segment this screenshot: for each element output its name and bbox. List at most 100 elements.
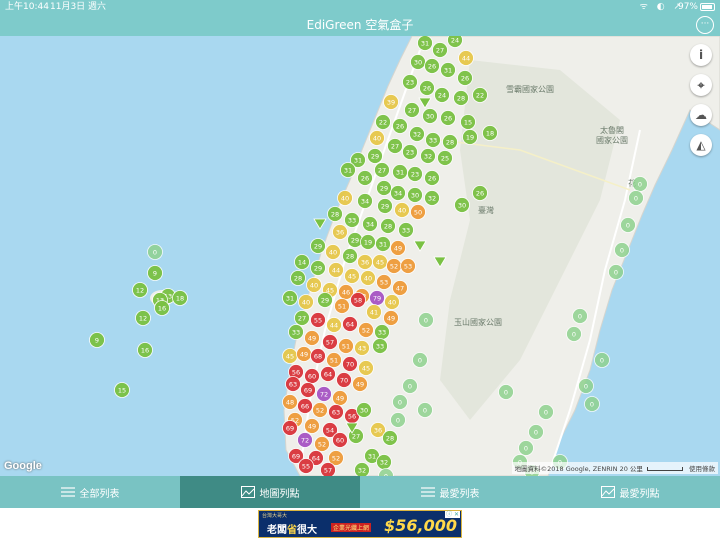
air-quality-marker[interactable]: 26	[357, 170, 373, 186]
air-quality-marker[interactable]: 49	[304, 330, 320, 346]
air-quality-marker[interactable]: 27	[387, 138, 403, 154]
air-quality-marker[interactable]: 23	[407, 166, 423, 182]
air-quality-marker[interactable]: 16	[137, 342, 153, 358]
air-quality-marker[interactable]: 26	[472, 185, 488, 201]
air-quality-marker[interactable]: 33	[425, 132, 441, 148]
air-quality-marker[interactable]: 0	[147, 244, 163, 260]
station-triangle-marker[interactable]	[313, 218, 327, 230]
air-quality-marker[interactable]: 58	[350, 292, 366, 308]
air-quality-marker[interactable]: 26	[392, 118, 408, 134]
air-quality-marker[interactable]: 0	[620, 217, 636, 233]
air-quality-marker[interactable]: 28	[290, 270, 306, 286]
air-quality-marker[interactable]: 0	[632, 176, 648, 192]
air-quality-marker[interactable]: 53	[376, 274, 392, 290]
air-quality-marker[interactable]: 55	[310, 312, 326, 328]
air-quality-marker[interactable]: 49	[352, 376, 368, 392]
air-quality-marker[interactable]: 0	[614, 242, 630, 258]
tab-all-list[interactable]: 全部列表	[0, 476, 180, 508]
air-quality-marker[interactable]: 29	[347, 232, 363, 248]
air-quality-marker[interactable]: 28	[342, 248, 358, 264]
air-quality-marker[interactable]: 27	[294, 310, 310, 326]
air-quality-marker[interactable]: 29	[310, 260, 326, 276]
air-quality-marker[interactable]: 28	[382, 430, 398, 446]
air-quality-marker[interactable]: 34	[362, 216, 378, 232]
air-quality-marker[interactable]: 28	[327, 206, 343, 222]
air-quality-marker[interactable]: 24	[447, 36, 463, 48]
air-quality-marker[interactable]: 49	[390, 240, 406, 256]
air-quality-marker[interactable]: 15	[460, 114, 476, 130]
air-quality-marker[interactable]: 0	[392, 394, 408, 410]
air-quality-marker[interactable]: 45	[358, 360, 374, 376]
air-quality-marker[interactable]: 30	[454, 197, 470, 213]
air-quality-marker[interactable]: 51	[338, 338, 354, 354]
terms-link[interactable]: 使用條款	[689, 465, 715, 473]
air-quality-marker[interactable]: 34	[357, 193, 373, 209]
air-quality-marker[interactable]: 0	[538, 404, 554, 420]
air-quality-marker[interactable]: 0	[418, 312, 434, 328]
air-quality-marker[interactable]: 70	[342, 356, 358, 372]
air-quality-marker[interactable]: 36	[357, 254, 373, 270]
air-quality-marker[interactable]: 0	[528, 424, 544, 440]
layers-button[interactable]: ◭	[690, 134, 712, 156]
air-quality-marker[interactable]: 40	[384, 294, 400, 310]
air-quality-marker[interactable]: 18	[482, 125, 498, 141]
air-quality-marker[interactable]: 31	[392, 164, 408, 180]
air-quality-marker[interactable]: 44	[326, 317, 342, 333]
air-quality-marker[interactable]: 27	[374, 162, 390, 178]
air-quality-marker[interactable]: 44	[458, 50, 474, 66]
air-quality-marker[interactable]: 45	[344, 268, 360, 284]
air-quality-marker[interactable]: 0	[594, 352, 610, 368]
air-quality-marker[interactable]: 31	[440, 62, 456, 78]
air-quality-marker[interactable]: 26	[424, 170, 440, 186]
air-quality-marker[interactable]: 64	[342, 316, 358, 332]
air-quality-marker[interactable]: 0	[498, 384, 514, 400]
air-quality-marker[interactable]: 47	[392, 280, 408, 296]
air-quality-marker[interactable]: 16	[154, 300, 170, 316]
air-quality-marker[interactable]: 57	[320, 462, 336, 477]
air-quality-marker[interactable]: 69	[282, 420, 298, 436]
air-quality-marker[interactable]: 39	[383, 94, 399, 110]
air-quality-marker[interactable]: 40	[369, 130, 385, 146]
ad-close-icon[interactable]: ⓘ ✕	[445, 511, 460, 518]
map-view[interactable]: 雪霸國家公園 太魯閣 國家公園 臺灣 玉山國家公園花 31 27 24 44 30 26 31 26 2…	[0, 36, 720, 476]
air-quality-marker[interactable]: 22	[375, 114, 391, 130]
air-quality-marker[interactable]: 18	[172, 290, 188, 306]
air-quality-marker[interactable]: 40	[360, 270, 376, 286]
air-quality-marker[interactable]: 32	[420, 148, 436, 164]
air-quality-marker[interactable]: 30	[356, 402, 372, 418]
air-quality-marker[interactable]: 24	[434, 87, 450, 103]
air-quality-marker[interactable]: 9	[89, 332, 105, 348]
air-quality-marker[interactable]: 60	[304, 368, 320, 384]
air-quality-marker[interactable]: 69	[300, 382, 316, 398]
air-quality-marker[interactable]: 33	[372, 338, 388, 354]
air-quality-marker[interactable]: 29	[376, 180, 392, 196]
air-quality-marker[interactable]: 33	[288, 324, 304, 340]
air-quality-marker[interactable]: 52	[314, 436, 330, 452]
air-quality-marker[interactable]: 57	[322, 334, 338, 350]
air-quality-marker[interactable]: 30	[410, 54, 426, 70]
air-quality-marker[interactable]: 29	[317, 292, 333, 308]
air-quality-marker[interactable]: 34	[390, 185, 406, 201]
air-quality-marker[interactable]: 51	[326, 352, 342, 368]
air-quality-marker[interactable]: 43	[354, 340, 370, 356]
air-quality-marker[interactable]: 68	[310, 348, 326, 364]
info-button[interactable]: i	[690, 44, 712, 66]
air-quality-marker[interactable]: 31	[375, 236, 391, 252]
air-quality-marker[interactable]: 49	[296, 346, 312, 362]
air-quality-marker[interactable]: 27	[404, 102, 420, 118]
tab-favorite-list[interactable]: 最愛列表	[360, 476, 540, 508]
air-quality-marker[interactable]: 15	[114, 382, 130, 398]
location-button[interactable]: ⌖	[690, 74, 712, 96]
air-quality-marker[interactable]: 79	[369, 290, 385, 306]
air-quality-marker[interactable]: 40	[325, 244, 341, 260]
air-quality-marker[interactable]: 53	[400, 258, 416, 274]
air-quality-marker[interactable]: 45	[372, 254, 388, 270]
map-canvas[interactable]: 雪霸國家公園太魯閣國家公園臺灣玉山國家公園花 3127244430 26 31262…	[0, 36, 720, 476]
air-quality-marker[interactable]: 12	[132, 282, 148, 298]
air-quality-marker[interactable]: 72	[297, 432, 313, 448]
air-quality-marker[interactable]: 32	[424, 190, 440, 206]
air-quality-marker[interactable]: 0	[390, 412, 406, 428]
air-quality-marker[interactable]: 28	[442, 134, 458, 150]
air-quality-marker[interactable]: 33	[398, 222, 414, 238]
air-quality-marker[interactable]: 36	[332, 224, 348, 240]
